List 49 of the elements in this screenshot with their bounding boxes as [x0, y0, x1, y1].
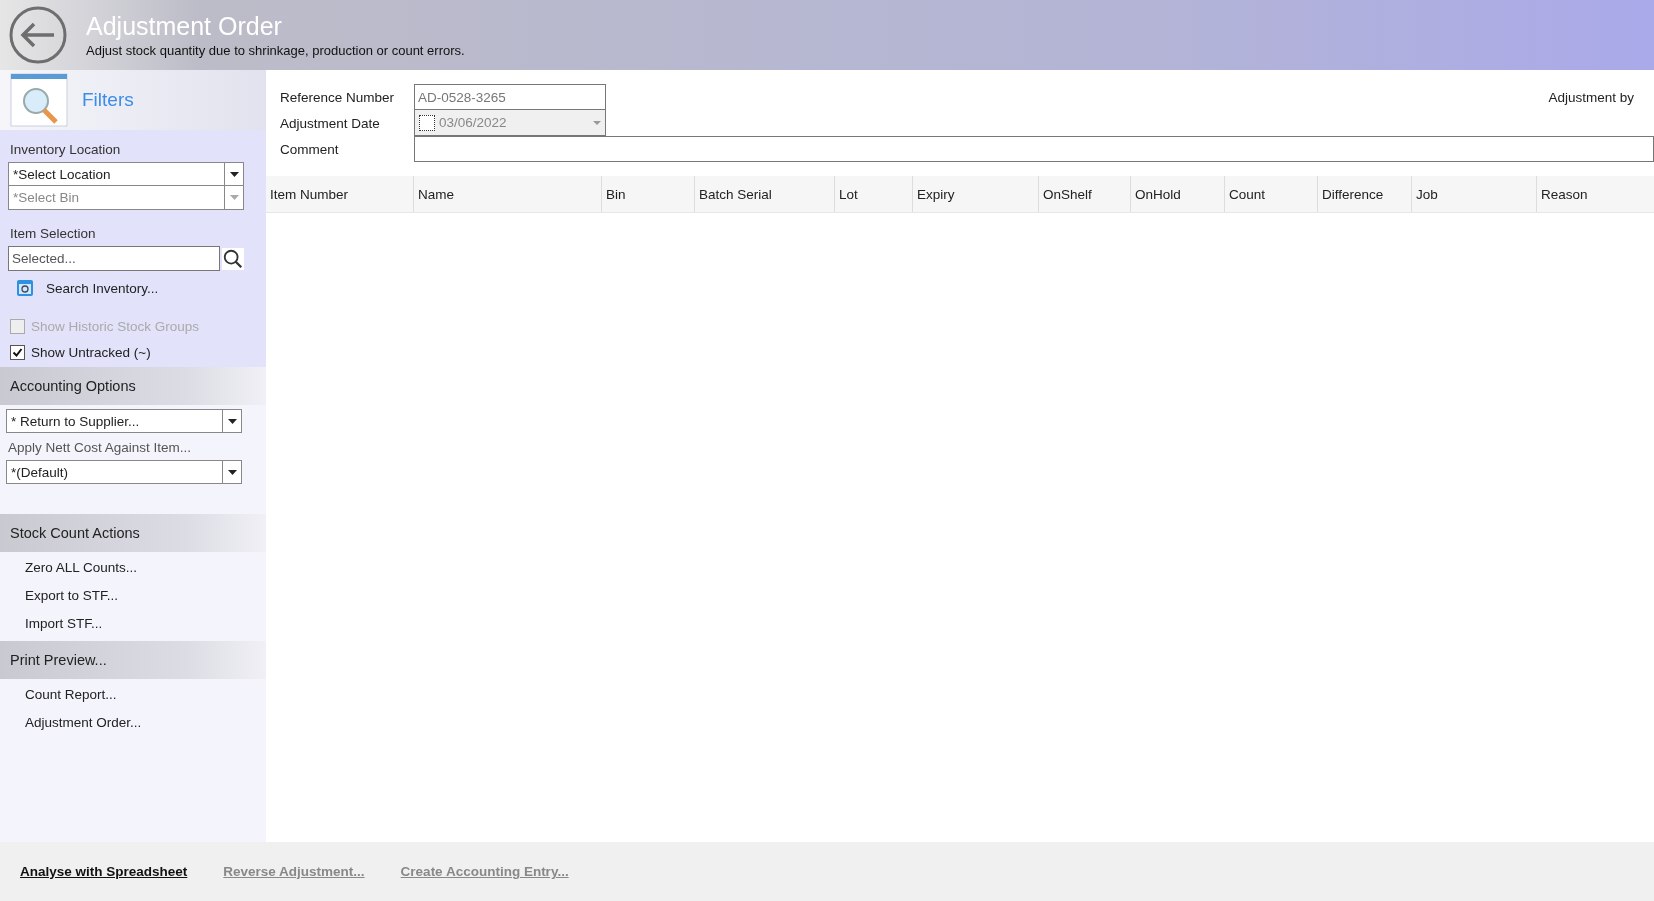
action-link[interactable]: Zero ALL Counts...	[25, 558, 266, 577]
column-header[interactable]: OnHold	[1131, 176, 1225, 212]
page-title: Adjustment Order	[86, 12, 283, 41]
section-header: Stock Count Actions	[0, 514, 266, 552]
column-header[interactable]: Reason	[1537, 176, 1654, 212]
checkbox-option[interactable]: Show Untracked (~)	[10, 343, 258, 361]
item-selection-field[interactable]: Selected...	[8, 246, 220, 271]
reference-number-field[interactable]: AD-0528-3265	[414, 84, 606, 110]
section-header: Accounting Options	[0, 367, 266, 405]
action-link[interactable]: Import STF...	[25, 614, 266, 633]
action-link[interactable]: Count Report...	[25, 685, 266, 704]
column-header[interactable]: Difference	[1318, 176, 1412, 212]
dropdown-caret-icon	[229, 195, 239, 200]
dropdown-caret-icon	[227, 418, 237, 424]
adjustment-date-label: Adjustment Date	[280, 115, 381, 131]
dropdown-caret-icon	[229, 171, 239, 177]
column-header[interactable]: Expiry	[913, 176, 1039, 212]
column-header[interactable]: Job	[1412, 176, 1537, 212]
location-dropdown[interactable]: *Select Location	[8, 162, 244, 186]
footer-link[interactable]: Analyse with Spreadsheet	[20, 864, 188, 879]
dropdown-caret-icon	[227, 469, 237, 475]
reference-number-label: Reference Number	[280, 89, 396, 105]
item-selection-label: Item Selection	[10, 226, 97, 241]
apply-cost-dropdown[interactable]: *(Default)	[6, 460, 242, 484]
column-header[interactable]: Lot	[835, 176, 913, 212]
action-link[interactable]: Export to STF...	[25, 586, 266, 605]
search-window-icon	[16, 279, 34, 297]
column-header[interactable]: Batch Serial	[695, 176, 835, 212]
column-header[interactable]: Item Number	[266, 176, 414, 212]
apply-nett-cost-label: Apply Nett Cost Against Item...	[8, 440, 193, 455]
adjustment-by-label: Adjustment by	[1548, 89, 1634, 105]
search-icon[interactable]	[222, 247, 244, 270]
column-header[interactable]: OnShelf	[1039, 176, 1131, 212]
column-header[interactable]: Count	[1225, 176, 1318, 212]
column-header[interactable]: Name	[414, 176, 602, 212]
page-subtitle: Adjust stock quantity due to shrinkage, production or count errors.	[86, 43, 465, 58]
accounting-type-dropdown[interactable]: * Return to Supplier...	[6, 409, 242, 433]
dropdown-caret-icon	[593, 120, 601, 125]
action-link[interactable]: Adjustment Order...	[25, 713, 266, 732]
comment-label: Comment	[280, 141, 340, 157]
date-checkbox[interactable]	[419, 114, 435, 131]
filters-title: Filters	[82, 89, 134, 111]
search-inventory-link[interactable]: Search Inventory...	[46, 280, 159, 296]
inventory-location-label: Inventory Location	[10, 142, 122, 157]
comment-field[interactable]	[414, 136, 1654, 162]
magnifier-icon	[10, 73, 68, 127]
section-header: Print Preview...	[0, 641, 266, 679]
check-icon	[12, 346, 23, 358]
column-header[interactable]: Bin	[602, 176, 695, 212]
